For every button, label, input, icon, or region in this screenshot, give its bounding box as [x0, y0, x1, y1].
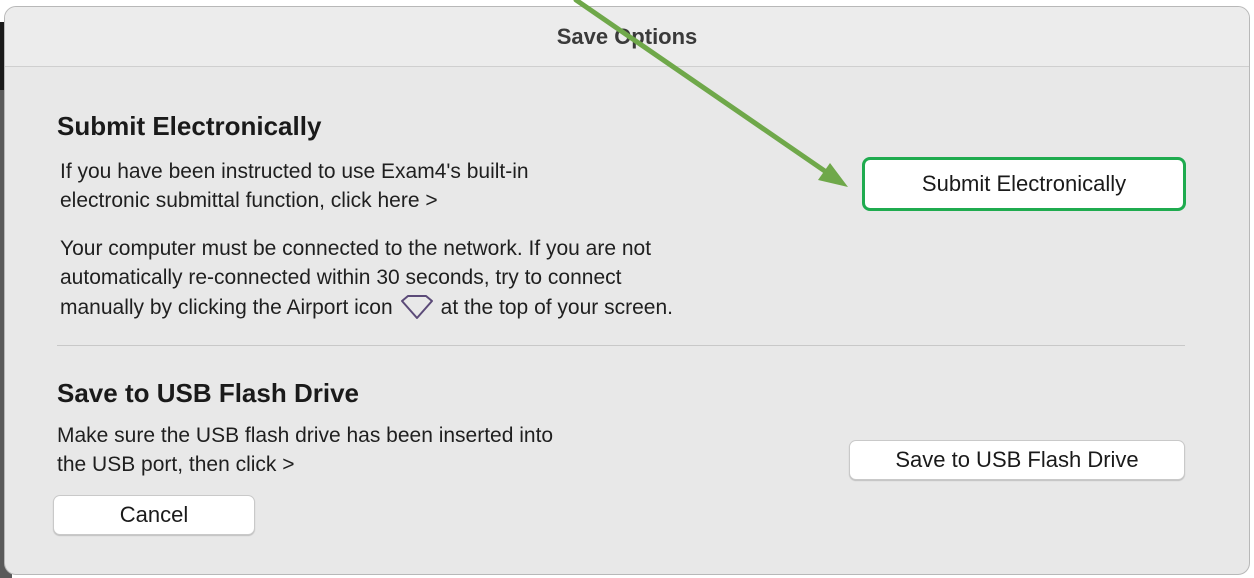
- submit-instruction-line-1: If you have been instructed to use Exam4…: [60, 160, 529, 183]
- network-note-line-2: automatically re-connected within 30 sec…: [60, 266, 622, 289]
- submit-instruction-line-2: electronic submittal function, click her…: [60, 189, 438, 212]
- usb-instruction-line-2: the USB port, then click >: [57, 453, 295, 476]
- airport-wifi-icon: [399, 294, 435, 328]
- save-to-usb-heading: Save to USB Flash Drive: [57, 378, 359, 408]
- network-note-line-3: manually by clicking the Airport icon at …: [60, 294, 673, 328]
- submit-electronically-heading: Submit Electronically: [57, 111, 322, 141]
- save-options-dialog: Save Options Submit Electronically If yo…: [4, 6, 1250, 575]
- screenshot-root: Save Options Submit Electronically If yo…: [0, 0, 1254, 578]
- usb-instruction-line-1: Make sure the USB flash drive has been i…: [57, 424, 554, 447]
- save-to-usb-button[interactable]: Save to USB Flash Drive: [849, 440, 1185, 480]
- dialog-titlebar: Save Options: [5, 7, 1249, 67]
- network-note-line-3-end: at the top of your screen.: [440, 296, 673, 319]
- dialog-title: Save Options: [556, 24, 698, 49]
- network-note-line-3-start: manually by clicking the Airport icon: [60, 296, 393, 319]
- network-note-line-1: Your computer must be connected to the n…: [60, 237, 652, 260]
- cancel-button[interactable]: Cancel: [53, 495, 255, 535]
- section-divider: [57, 345, 1185, 346]
- submit-electronically-button[interactable]: Submit Electronically: [862, 157, 1186, 211]
